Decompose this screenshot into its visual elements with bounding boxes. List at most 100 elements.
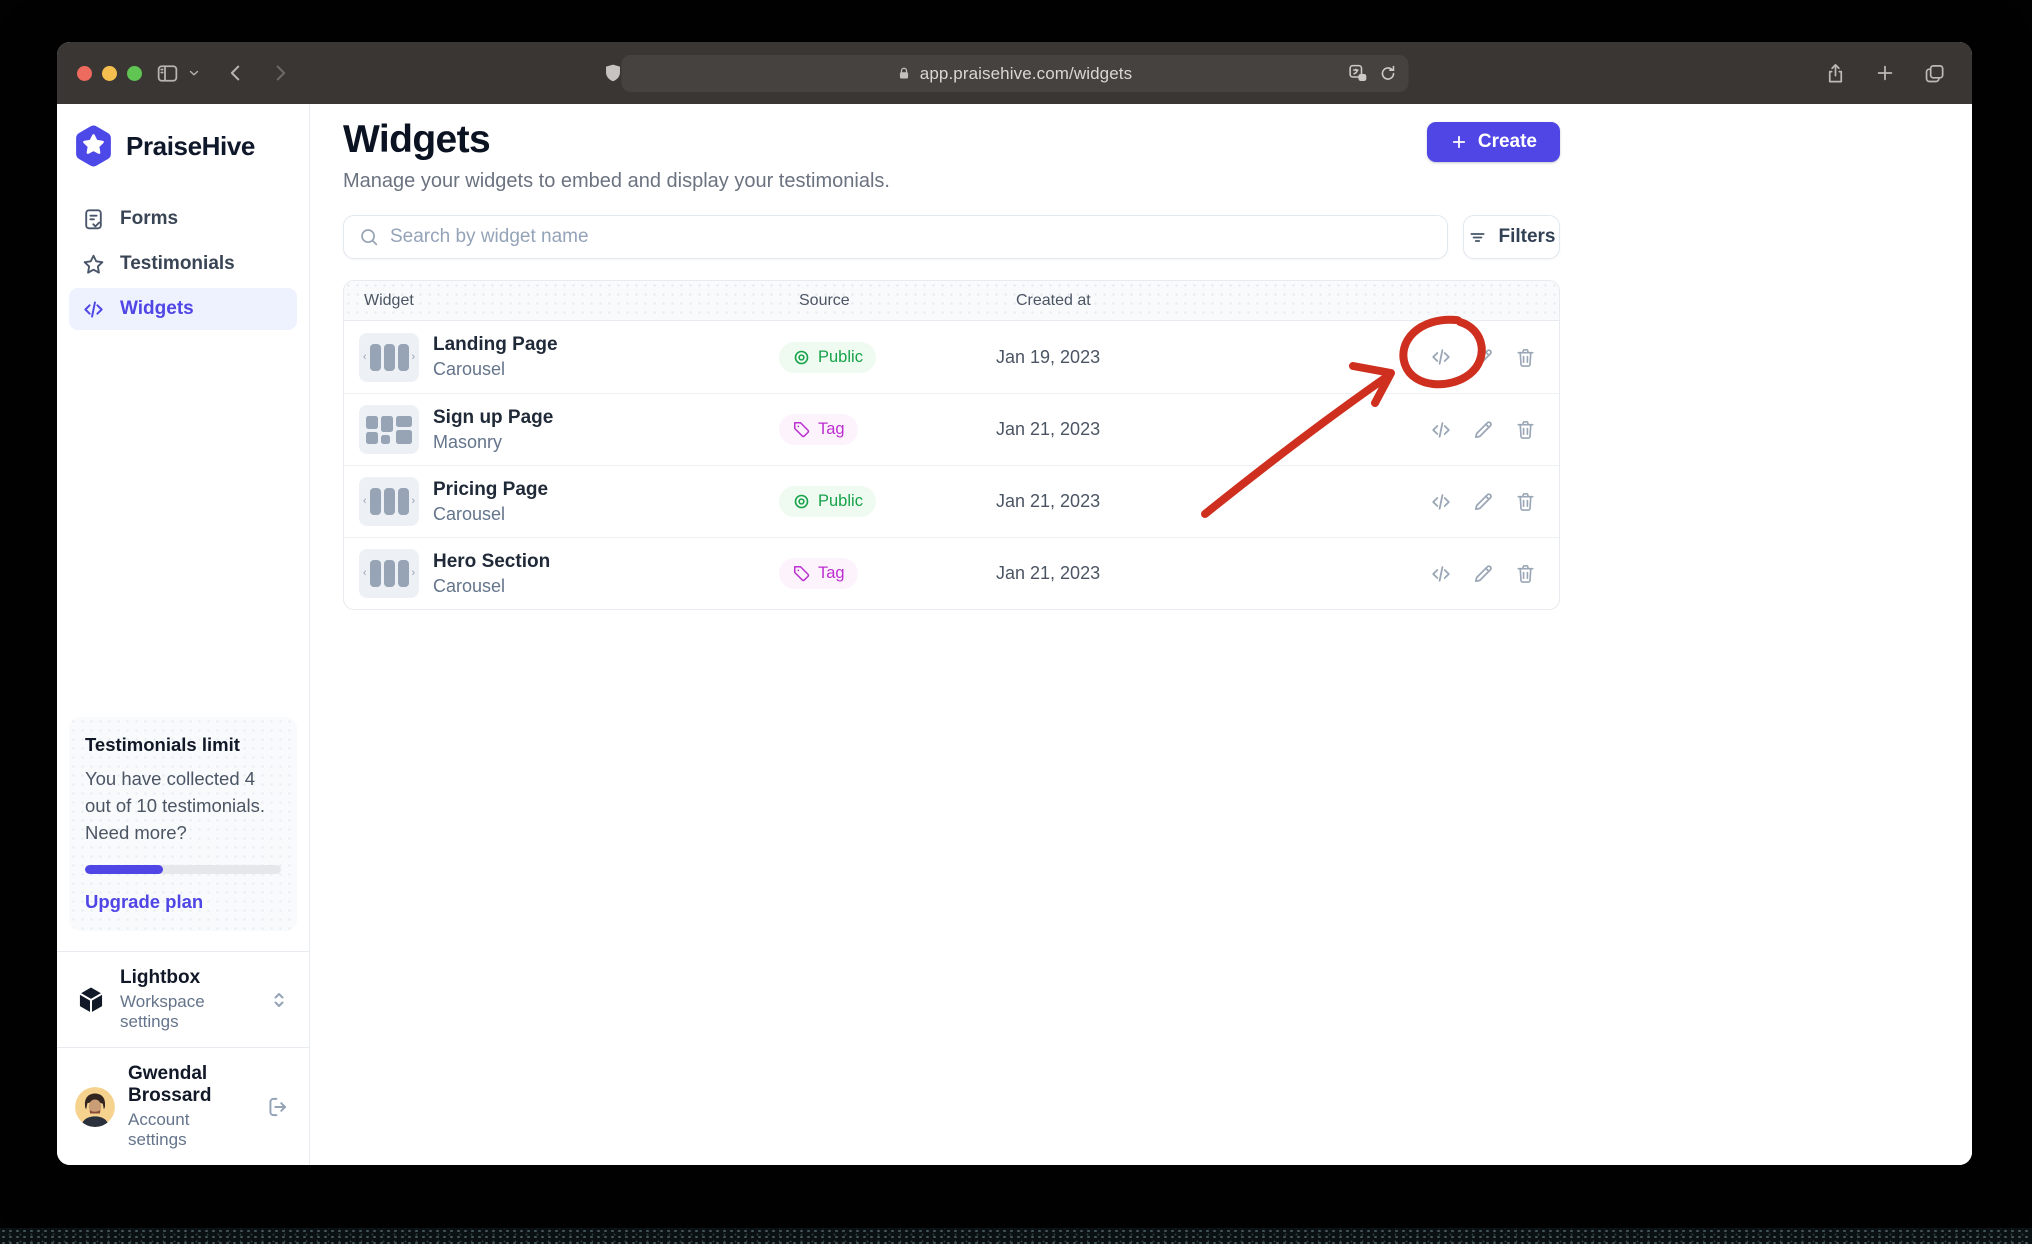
source-badge: Public: [779, 342, 876, 373]
carousel-thumbnail: ‹›: [359, 549, 419, 598]
public-icon: [792, 492, 811, 511]
chevrons-up-down-icon[interactable]: [267, 988, 291, 1012]
sidebar-nav: Forms Testimonials: [69, 198, 297, 330]
sidebar-spacer: [69, 330, 297, 717]
delete-button[interactable]: [1514, 418, 1537, 441]
column-header-widget: Widget: [344, 292, 779, 310]
sidebar-item-widgets[interactable]: Widgets: [69, 288, 297, 330]
table-row[interactable]: ‹› Hero Section Carousel: [344, 537, 1559, 609]
sidebar-item-label: Forms: [120, 208, 178, 230]
edit-button[interactable]: [1472, 418, 1495, 441]
table-row[interactable]: ‹› Pricing Page Carousel: [344, 465, 1559, 537]
sidebar-item-label: Testimonials: [120, 253, 235, 275]
browser-window: app.praisehive.com/widgets: [57, 42, 1972, 1165]
source-badge: Tag: [779, 414, 858, 445]
account-row[interactable]: Gwendal Brossard Account settings: [69, 1048, 297, 1165]
plus-icon: [1450, 133, 1468, 151]
search-icon: [358, 226, 380, 248]
widget-name: Sign up Page: [433, 407, 553, 429]
screenshot-stage: app.praisehive.com/widgets: [0, 0, 2032, 1244]
table-row[interactable]: Sign up Page Masonry Tag: [344, 393, 1559, 465]
edit-button[interactable]: [1472, 346, 1495, 369]
filter-icon: [1467, 227, 1488, 248]
page-subtitle: Manage your widgets to embed and display…: [343, 169, 890, 194]
tag-icon: [792, 420, 811, 439]
testimonials-limit-card: Testimonials limit You have collected 4 …: [69, 717, 297, 931]
public-icon: [792, 348, 811, 367]
controls-row: Filters: [343, 215, 1560, 259]
praisehive-logo-icon: [73, 124, 114, 168]
widget-name: Landing Page: [433, 334, 558, 356]
page-title: Widgets: [343, 118, 890, 162]
created-at: Jan 19, 2023: [996, 347, 1409, 368]
main-content: Widgets Manage your widgets to embed and…: [310, 104, 1972, 1165]
sidebar: PraiseHive Forms: [57, 104, 310, 1165]
traffic-lights: [77, 42, 142, 104]
search-box[interactable]: [343, 215, 1448, 259]
limit-card-title: Testimonials limit: [85, 734, 281, 756]
lock-icon: [897, 66, 912, 81]
table-header: Widget Source Created at: [344, 281, 1559, 321]
zoom-window-button[interactable]: [127, 66, 142, 81]
masonry-thumbnail: [359, 405, 419, 454]
progress-bar: [85, 865, 281, 874]
embed-code-button[interactable]: [1429, 418, 1453, 442]
chevron-down-icon[interactable]: [187, 66, 201, 80]
new-tab-icon[interactable]: [1874, 62, 1896, 84]
sidebar-item-label: Widgets: [120, 298, 194, 320]
carousel-thumbnail: ‹›: [359, 477, 419, 526]
column-header-created-at: Created at: [996, 292, 1409, 310]
account-subtitle: Account settings: [128, 1110, 252, 1150]
sidebar-item-forms[interactable]: Forms: [69, 198, 297, 240]
created-at: Jan 21, 2023: [996, 563, 1409, 584]
delete-button[interactable]: [1514, 562, 1537, 585]
translate-icon[interactable]: [1347, 63, 1368, 84]
star-icon: [81, 252, 106, 277]
source-badge: Public: [779, 486, 876, 517]
share-icon[interactable]: [1824, 62, 1847, 85]
edit-button[interactable]: [1472, 562, 1495, 585]
carousel-thumbnail: ‹›: [359, 333, 419, 382]
sidebar-item-testimonials[interactable]: Testimonials: [69, 243, 297, 285]
account-name: Gwendal Brossard: [128, 1063, 252, 1107]
progress-bar-fill: [85, 865, 163, 874]
workspace-name: Lightbox: [120, 967, 254, 989]
sidebar-toggle-icon[interactable]: [155, 61, 180, 86]
create-button[interactable]: Create: [1427, 122, 1560, 162]
workspace-subtitle: Workspace settings: [120, 992, 254, 1032]
created-at: Jan 21, 2023: [996, 419, 1409, 440]
avatar: [75, 1087, 115, 1127]
widget-name: Pricing Page: [433, 479, 548, 501]
widget-layout: Carousel: [433, 576, 550, 597]
embed-code-button[interactable]: [1429, 562, 1453, 586]
page-header: Widgets Manage your widgets to embed and…: [343, 118, 1560, 194]
tab-overview-icon[interactable]: [1923, 62, 1946, 85]
logout-icon[interactable]: [265, 1094, 291, 1120]
delete-button[interactable]: [1514, 490, 1537, 513]
embed-code-button[interactable]: [1429, 490, 1453, 514]
forward-icon[interactable]: [269, 62, 291, 84]
brand-name: PraiseHive: [126, 131, 255, 162]
address-bar-right-icons: [1347, 55, 1397, 92]
upgrade-plan-link[interactable]: Upgrade plan: [85, 891, 203, 913]
limit-card-body: You have collected 4 out of 10 testimoni…: [85, 765, 281, 846]
reload-icon[interactable]: [1378, 64, 1397, 83]
widget-layout: Masonry: [433, 432, 553, 453]
table-row[interactable]: ‹› Landing Page Carousel: [344, 321, 1559, 393]
minimize-window-button[interactable]: [102, 66, 117, 81]
desktop-background-texture: [0, 1228, 2032, 1244]
workspace-switcher[interactable]: Lightbox Workspace settings: [69, 952, 297, 1047]
back-icon[interactable]: [225, 62, 247, 84]
filters-button-label: Filters: [1498, 226, 1555, 248]
browser-toolbar: app.praisehive.com/widgets: [57, 42, 1972, 104]
search-input[interactable]: [390, 226, 1433, 248]
address-bar[interactable]: app.praisehive.com/widgets: [621, 55, 1408, 92]
embed-code-button[interactable]: [1429, 345, 1453, 369]
edit-button[interactable]: [1472, 490, 1495, 513]
delete-button[interactable]: [1514, 346, 1537, 369]
code-icon: [81, 297, 106, 322]
close-window-button[interactable]: [77, 66, 92, 81]
lightbox-cube-icon: [75, 984, 107, 1016]
tag-icon: [792, 564, 811, 583]
filters-button[interactable]: Filters: [1463, 215, 1560, 259]
